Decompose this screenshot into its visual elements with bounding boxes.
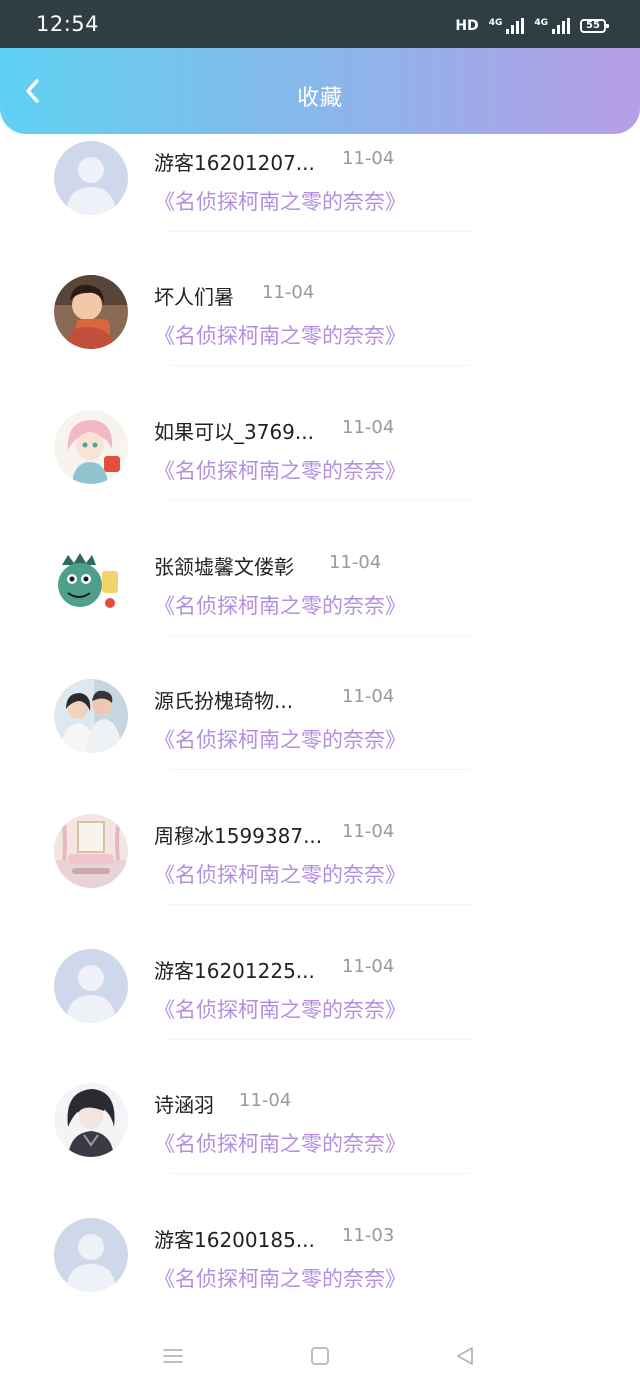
user-name: 源氏扮槐琦物...: [154, 689, 294, 713]
date: 11-04: [342, 417, 395, 438]
status-bar: 12:54 HD 4G 4G 55: [0, 0, 640, 50]
signal-tag-2: 4G: [534, 18, 548, 28]
avatar[interactable]: [54, 1083, 128, 1157]
book-title[interactable]: 《名侦探柯南之零的奈奈》: [154, 455, 406, 485]
date: 11-04: [262, 282, 315, 303]
user-name: 游客16200185...: [154, 1228, 315, 1252]
date: 11-04: [329, 552, 382, 573]
default-avatar-icon: [54, 1218, 128, 1292]
book-title[interactable]: 《名侦探柯南之零的奈奈》: [154, 186, 406, 216]
divider: [170, 365, 470, 366]
avatar[interactable]: [54, 141, 128, 215]
list-item[interactable]: 源氏扮槐琦物... 11-04 《名侦探柯南之零的奈奈》: [0, 679, 640, 813]
signal-icon-2: 4G: [534, 18, 570, 34]
book-title[interactable]: 《名侦探柯南之零的奈奈》: [154, 994, 406, 1024]
book-title[interactable]: 《名侦探柯南之零的奈奈》: [154, 859, 406, 889]
list-item[interactable]: 游客16200185... 11-03 《名侦探柯南之零的奈奈》: [0, 1218, 640, 1352]
book-title[interactable]: 《名侦探柯南之零的奈奈》: [154, 590, 406, 620]
divider: [170, 500, 470, 501]
dinosaur-avatar-icon: [54, 545, 128, 619]
user-name: 诗涵羽: [154, 1093, 214, 1117]
list-item[interactable]: 张颔墟馨文偻彰 11-04 《名侦探柯南之零的奈奈》: [0, 545, 640, 679]
book-title[interactable]: 《名侦探柯南之零的奈奈》: [154, 1128, 406, 1158]
list-item[interactable]: 如果可以_3769... 11-04 《名侦探柯南之零的奈奈》: [0, 410, 640, 544]
photo-avatar-icon: [54, 275, 128, 349]
user-name: 如果可以_3769...: [154, 420, 314, 444]
signal-icon: 4G: [489, 18, 525, 34]
list-item[interactable]: 诗涵羽 11-04 《名侦探柯南之零的奈奈》: [0, 1083, 640, 1217]
user-name: 坏人们暑: [154, 285, 234, 309]
status-icons: HD 4G 4G 55: [455, 16, 609, 36]
avatar[interactable]: [54, 679, 128, 753]
avatar[interactable]: [54, 545, 128, 619]
list-item[interactable]: 坏人们暑 11-04 《名侦探柯南之零的奈奈》: [0, 275, 640, 409]
avatar[interactable]: [54, 949, 128, 1023]
default-avatar-icon: [54, 949, 128, 1023]
battery-icon: 55: [580, 19, 609, 33]
status-time: 12:54: [36, 12, 100, 36]
avatar[interactable]: [54, 410, 128, 484]
book-title[interactable]: 《名侦探柯南之零的奈奈》: [154, 320, 406, 350]
divider: [170, 635, 470, 636]
date: 11-03: [342, 1225, 395, 1246]
avatar[interactable]: [54, 275, 128, 349]
avatar[interactable]: [54, 1218, 128, 1292]
room-photo-avatar-icon: [54, 814, 128, 888]
date: 11-04: [342, 956, 395, 977]
hd-indicator: HD: [455, 18, 479, 34]
user-name: 张颔墟馨文偻彰: [154, 555, 294, 579]
list-item[interactable]: 游客16201225... 11-04 《名侦探柯南之零的奈奈》: [0, 949, 640, 1083]
divider: [170, 231, 470, 232]
divider: [170, 1173, 470, 1174]
divider: [170, 904, 470, 905]
user-name: 游客16201207...: [154, 151, 315, 175]
page-title: 收藏: [296, 86, 343, 111]
date: 11-04: [239, 1090, 292, 1111]
list-item[interactable]: 周穆冰1599387... 11-04 《名侦探柯南之零的奈奈》: [0, 814, 640, 948]
divider: [170, 1039, 470, 1040]
date: 11-04: [342, 821, 395, 842]
date: 11-04: [342, 686, 395, 707]
book-title[interactable]: 《名侦探柯南之零的奈奈》: [154, 724, 406, 754]
dark-anime-avatar-icon: [54, 1083, 128, 1157]
list-item[interactable]: 游客16201207... 11-04 《名侦探柯南之零的奈奈》: [0, 141, 640, 275]
book-title[interactable]: 《名侦探柯南之零的奈奈》: [154, 1263, 406, 1293]
user-name: 游客16201225...: [154, 959, 315, 983]
divider: [170, 769, 470, 770]
signal-tag: 4G: [488, 18, 503, 28]
app-header: 收藏: [0, 48, 640, 134]
user-name: 周穆冰1599387...: [154, 824, 323, 848]
default-avatar-icon: [54, 141, 128, 215]
couple-photo-avatar-icon: [54, 679, 128, 753]
anime-avatar-icon: [54, 410, 128, 484]
avatar[interactable]: [54, 814, 128, 888]
date: 11-04: [342, 148, 395, 169]
